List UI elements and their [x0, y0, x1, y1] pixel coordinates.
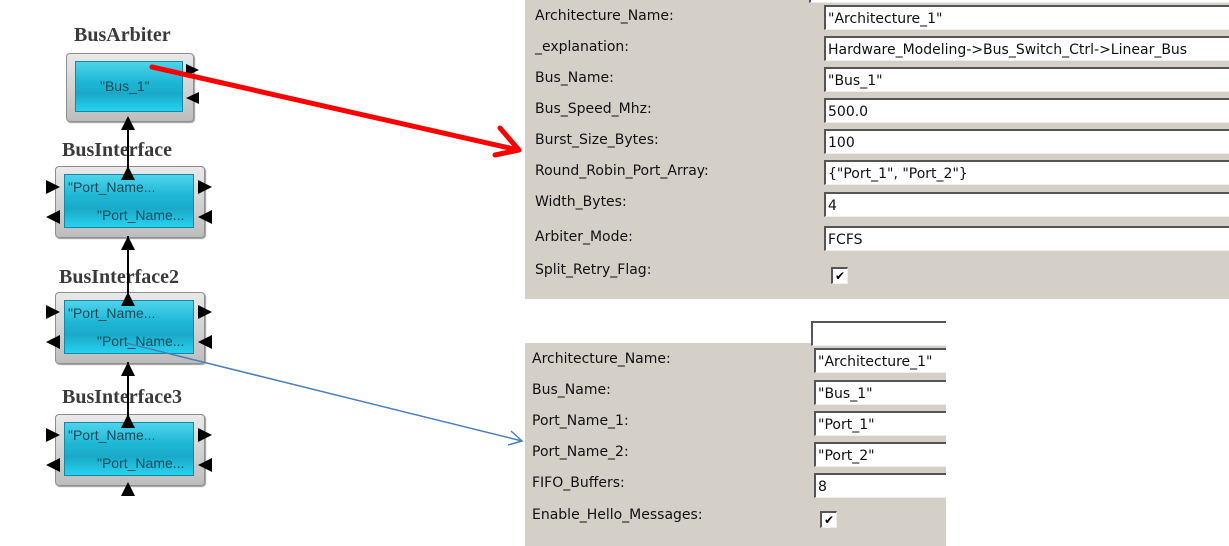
- port-out-icon: [198, 180, 212, 194]
- red-arrow-line: [149, 64, 521, 153]
- port-out-icon: [198, 305, 212, 319]
- port-in-icon: [46, 458, 60, 472]
- port-out-icon: [46, 305, 60, 319]
- port-out-icon: [198, 428, 212, 442]
- up-arrow-icon: [121, 482, 135, 496]
- port-in-icon: [198, 210, 212, 224]
- blue-callout-arrow: [125, 342, 524, 446]
- blue-arrow-line: [125, 342, 523, 442]
- port-in-icon: [186, 92, 199, 104]
- up-arrow-icon: [121, 166, 135, 180]
- up-arrow-icon: [121, 236, 135, 250]
- up-arrow-icon: [121, 414, 135, 428]
- up-arrow-icon: [121, 116, 135, 130]
- port-in-icon: [46, 210, 60, 224]
- red-arrow-head-icon: [492, 125, 522, 158]
- port-in-icon: [198, 335, 212, 349]
- diagram-overlay: [46, 64, 524, 496]
- red-callout-arrow: [149, 64, 522, 158]
- up-arrow-icon: [121, 362, 135, 376]
- port-in-icon: [198, 458, 212, 472]
- port-out-icon: [46, 180, 60, 194]
- up-arrowheads: [121, 116, 135, 496]
- port-in-icon: [46, 335, 60, 349]
- port-out-icon: [46, 428, 60, 442]
- up-arrow-icon: [121, 292, 135, 306]
